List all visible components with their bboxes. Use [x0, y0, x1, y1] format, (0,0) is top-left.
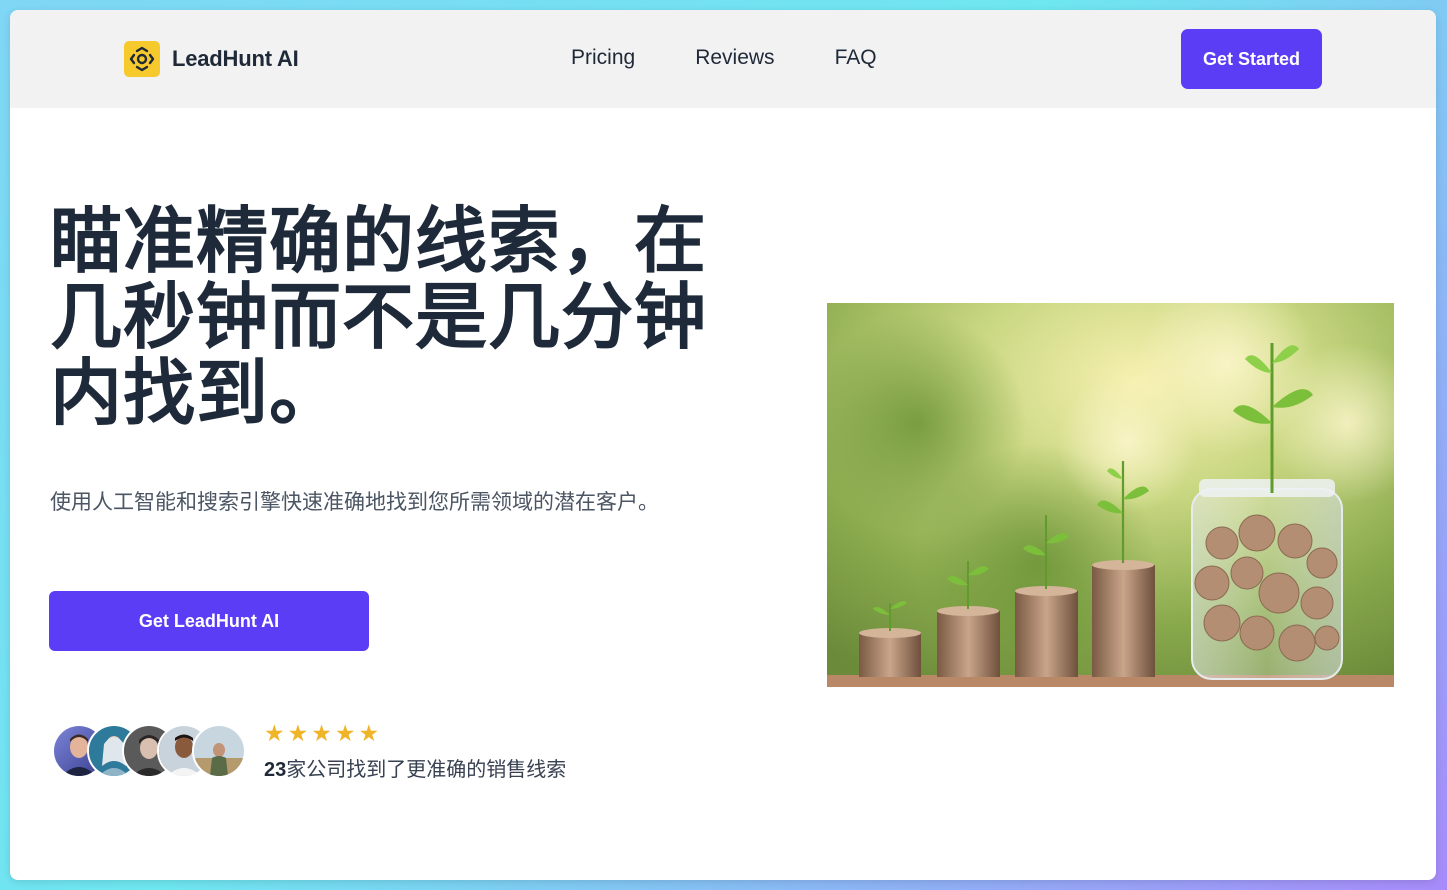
- get-started-button[interactable]: Get Started: [1181, 29, 1322, 89]
- brand-name: LeadHunt AI: [172, 46, 299, 71]
- headline-line-1: 瞄准精确的线索，在: [50, 202, 708, 282]
- top-navbar: LeadHunt AI Pricing Reviews FAQ Get Star…: [10, 10, 1436, 108]
- hero-image: [827, 303, 1394, 687]
- rating-stars: ★ ★ ★ ★ ★: [264, 720, 379, 746]
- nav-link-pricing[interactable]: Pricing: [571, 46, 635, 70]
- headline-line-3: 内找到。: [50, 354, 343, 434]
- star-icon: ★: [287, 720, 309, 746]
- main-nav: Pricing Reviews FAQ: [571, 46, 937, 70]
- star-icon: ★: [264, 720, 285, 746]
- customer-avatars: [52, 724, 252, 778]
- star-icon: ★: [311, 720, 332, 746]
- social-proof-caption: 家公司找到了更准确的销售线索: [286, 759, 567, 781]
- avatar: [192, 724, 246, 778]
- nav-link-faq[interactable]: FAQ: [835, 46, 877, 70]
- browser-window: LeadHunt AI Pricing Reviews FAQ Get Star…: [10, 10, 1436, 880]
- scan-target-icon: [124, 41, 160, 77]
- company-count: 23: [264, 759, 287, 781]
- headline-line-2: 几秒钟而不是几分钟: [50, 278, 708, 358]
- hero-headline: 瞄准精确的线索，在 几秒钟而不是几分钟 内找到。: [50, 204, 730, 432]
- brand-logo[interactable]: LeadHunt AI: [124, 41, 299, 77]
- star-icon: ★: [334, 720, 356, 746]
- nav-link-reviews[interactable]: Reviews: [695, 46, 774, 70]
- get-leadhunt-button[interactable]: Get LeadHunt AI: [49, 591, 369, 651]
- hero-subtext: 使用人工智能和搜索引擎快速准确地找到您所需领域的潜在客户。: [50, 491, 659, 514]
- star-icon: ★: [358, 720, 380, 746]
- social-proof-text: 23家公司找到了更准确的销售线索: [264, 753, 566, 782]
